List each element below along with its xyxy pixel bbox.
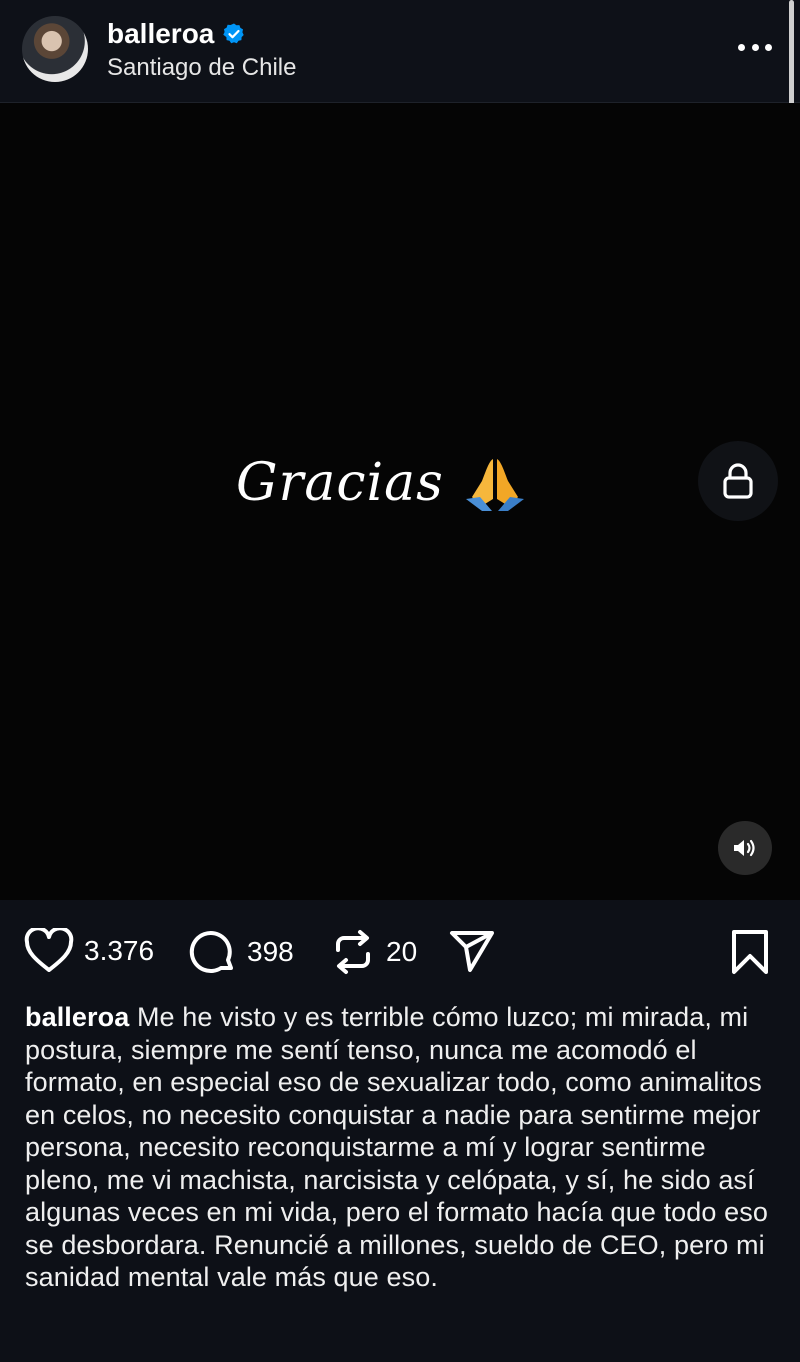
lock-button[interactable]: [698, 441, 778, 521]
media-text: Gracias: [236, 453, 444, 513]
verified-badge-icon: [223, 23, 245, 44]
bookmark-button[interactable]: [728, 928, 772, 981]
media-caption: Gracias: [236, 448, 528, 518]
share-action[interactable]: [448, 928, 496, 974]
repost-count: 20: [386, 936, 418, 967]
avatar[interactable]: [22, 16, 88, 82]
more-options-icon[interactable]: [738, 44, 772, 54]
caption-username[interactable]: balleroa: [25, 1002, 129, 1032]
post-caption: balleroa Me he visto y es terrible cómo …: [25, 1001, 777, 1294]
repost-action[interactable]: 20: [330, 928, 417, 976]
lock-icon: [723, 463, 753, 499]
comment-action[interactable]: 398: [189, 928, 294, 976]
bookmark-icon[interactable]: [728, 928, 772, 976]
location-link[interactable]: Santiago de Chile: [107, 54, 296, 82]
action-bar: 3.376 398 20: [0, 920, 800, 984]
username-row: balleroa: [107, 14, 246, 54]
comment-icon[interactable]: [189, 928, 237, 976]
heart-icon[interactable]: [24, 928, 74, 974]
like-count: 3.376: [84, 935, 155, 966]
repost-icon[interactable]: [330, 928, 376, 976]
post-media[interactable]: Gracias: [0, 103, 800, 900]
comment-count: 398: [247, 936, 294, 967]
caption-text: Me he visto y es terrible cómo luzco; mi…: [25, 1002, 768, 1292]
post-header: balleroa Santiago de Chile: [0, 0, 800, 103]
speaker-icon: [734, 839, 755, 857]
audio-toggle-button[interactable]: [718, 821, 772, 875]
folded-hands-icon: [465, 459, 524, 511]
username-link[interactable]: balleroa: [107, 18, 214, 50]
like-action[interactable]: 3.376: [24, 928, 154, 974]
send-icon[interactable]: [448, 928, 496, 974]
